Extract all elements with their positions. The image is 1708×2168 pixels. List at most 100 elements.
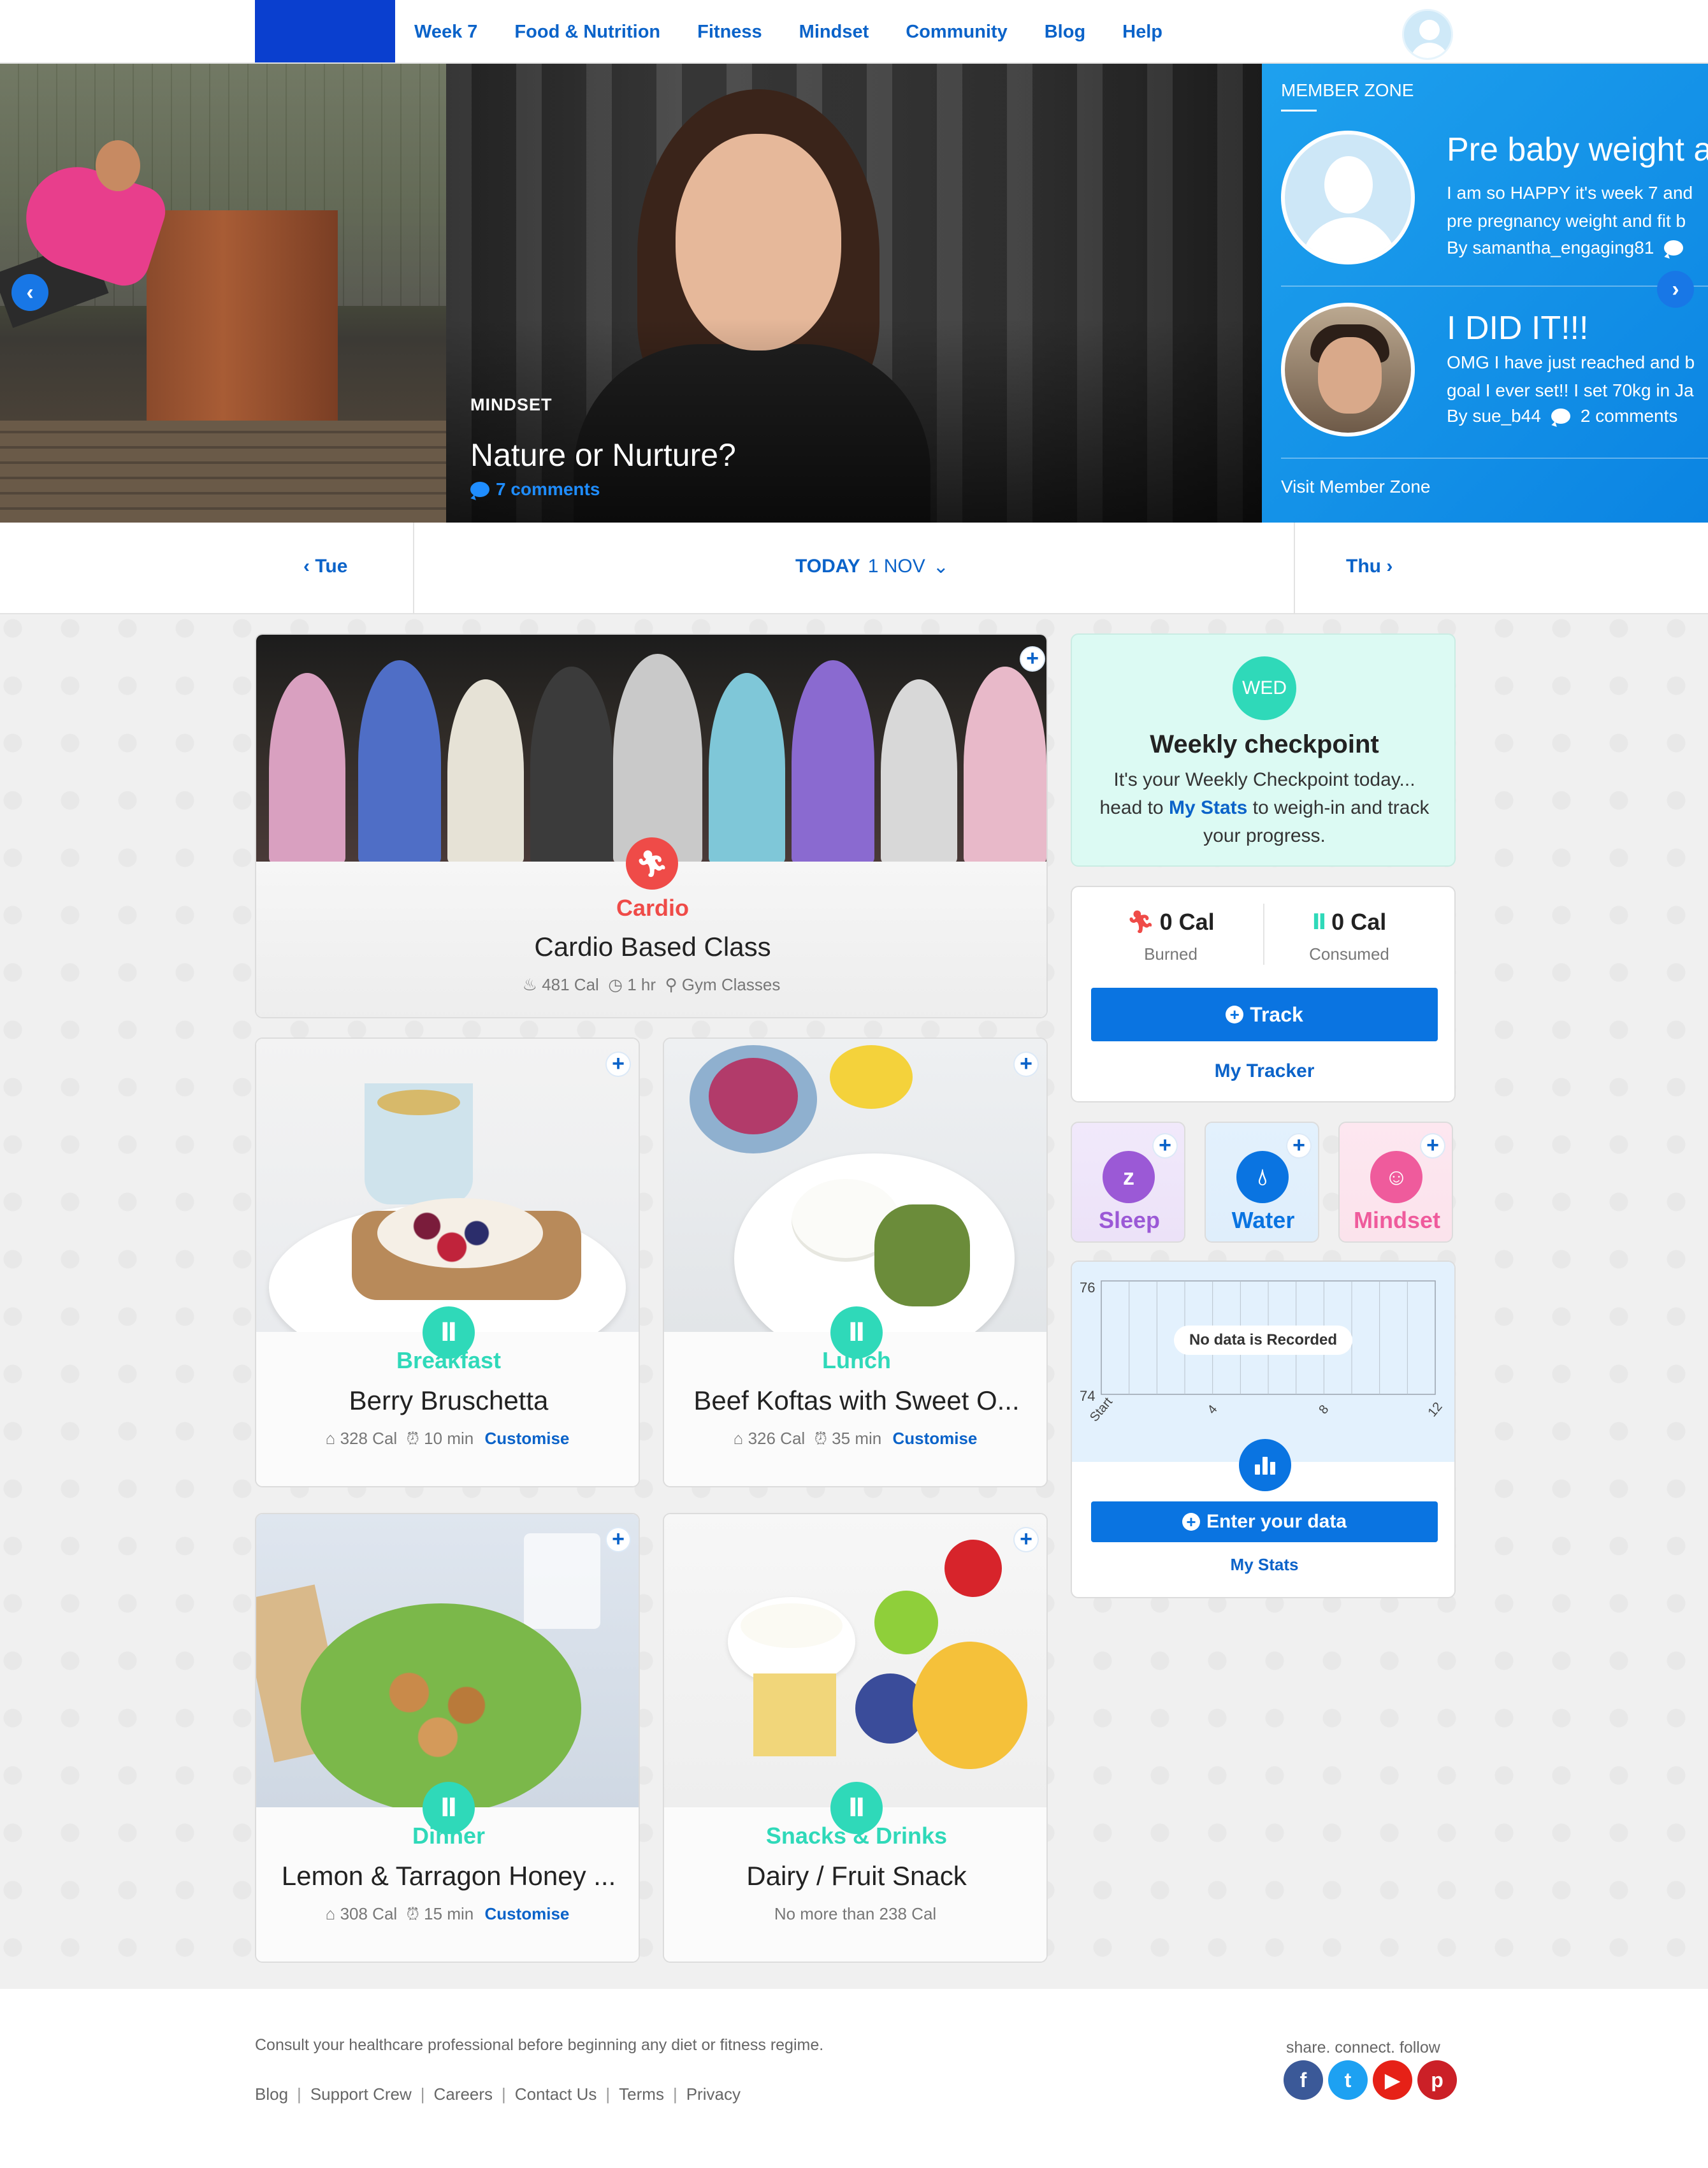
sleep-icon: z <box>1103 1151 1155 1203</box>
mindset-tracker-tile[interactable]: + ☺ Mindset <box>1338 1122 1453 1243</box>
logo[interactable] <box>255 0 395 62</box>
meal-time: 35 min <box>832 1429 882 1448</box>
hero-feature-slide[interactable]: MINDSET Nature or Nurture? 7 comments <box>446 64 1262 523</box>
workout-card[interactable]: + 🏃︎ Cardio Cardio Based Class ♨ 481 Cal… <box>255 633 1048 1018</box>
my-tracker-link[interactable]: My Tracker <box>1072 1060 1454 1082</box>
hero-comments-label: 7 comments <box>496 479 600 499</box>
footer-link-careers[interactable]: Careers <box>434 2085 493 2104</box>
running-icon: 🏃︎ <box>1127 910 1155 934</box>
date-navigator: ‹ Tue TODAY 1 NOV ⌄ Thu › <box>0 523 1708 614</box>
separator: | <box>297 2085 301 2104</box>
scale-icon: ⌂ <box>325 1904 336 1923</box>
today-label: TODAY <box>795 556 860 577</box>
customise-link[interactable]: Customise <box>484 1904 569 1923</box>
alarm-icon: ⏰︎ <box>809 1429 827 1448</box>
meal-note: No more than 238 Cal <box>774 1904 937 1923</box>
meal-calories: 326 Cal <box>748 1429 806 1448</box>
facebook-icon[interactable]: f <box>1284 2060 1323 2100</box>
add-icon[interactable]: + <box>1421 1134 1444 1157</box>
workout-title[interactable]: Cardio Based Class <box>256 932 1046 962</box>
meal-card-breakfast[interactable]: + Ⅱ Breakfast Berry Bruschetta ⌂ 328 Cal… <box>255 1037 640 1487</box>
enter-data-button[interactable]: + Enter your data <box>1091 1501 1438 1542</box>
add-icon[interactable]: + <box>1287 1134 1310 1157</box>
meal-title[interactable]: Lemon & Tarragon Honey ... <box>256 1861 639 1891</box>
meal-card-dinner[interactable]: + Ⅱ Dinner Lemon & Tarragon Honey ... ⌂ … <box>255 1513 640 1963</box>
nav-week[interactable]: Week 7 <box>414 22 477 43</box>
post-author[interactable]: By sue_b44 <box>1447 406 1541 426</box>
carousel-next-button[interactable]: › <box>1657 271 1694 308</box>
nav-community[interactable]: Community <box>906 22 1008 43</box>
sleep-label: Sleep <box>1098 1207 1161 1233</box>
post-title[interactable]: Pre baby weight a <box>1447 131 1708 169</box>
bar-chart-icon[interactable] <box>1239 1439 1291 1491</box>
top-nav: Week 7 Food & Nutrition Fitness Mindset … <box>0 0 1708 64</box>
post-excerpt-line: pre pregnancy weight and fit b <box>1447 211 1686 231</box>
separator: | <box>672 2085 677 2104</box>
x-tick-label: 12 <box>1425 1399 1445 1419</box>
prev-day-button[interactable]: ‹ Tue <box>0 523 414 614</box>
meal-image <box>256 1514 639 1807</box>
my-stats-link[interactable]: My Stats <box>1169 797 1247 818</box>
location-pin-icon: ⚲ <box>660 975 677 994</box>
post-author[interactable]: By samantha_engaging81 <box>1447 238 1654 258</box>
hero-prev-slide-image[interactable] <box>0 64 446 523</box>
meal-type: Breakfast <box>396 1347 502 1373</box>
pinterest-icon[interactable]: p <box>1417 2060 1457 2100</box>
post-title[interactable]: I DID IT!!! <box>1447 309 1588 347</box>
meal-title[interactable]: Beef Koftas with Sweet O... <box>664 1385 1046 1416</box>
member-photo-avatar <box>1281 303 1415 437</box>
customise-link[interactable]: Customise <box>892 1429 977 1448</box>
calories-burned: 🏃︎ 0 Cal Burned <box>1085 909 1257 964</box>
nav-blog[interactable]: Blog <box>1045 22 1085 43</box>
hero-comments-link[interactable]: 7 comments <box>470 479 600 500</box>
add-icon[interactable]: + <box>607 1528 630 1551</box>
alarm-icon: ⏰︎ <box>402 1904 419 1923</box>
nav-mindset[interactable]: Mindset <box>799 22 869 43</box>
date-picker-toggle[interactable]: TODAY 1 NOV ⌄ <box>795 556 949 578</box>
comment-icon <box>470 482 489 497</box>
meal-title[interactable]: Dairy / Fruit Snack <box>664 1861 1046 1891</box>
add-icon[interactable]: + <box>607 1053 630 1076</box>
carousel-prev-button[interactable]: ‹ <box>11 274 48 311</box>
add-icon[interactable]: + <box>1021 647 1044 670</box>
track-button[interactable]: + Track <box>1091 988 1438 1041</box>
footer-link-contact[interactable]: Contact Us <box>515 2085 597 2104</box>
checkpoint-text: It's your Weekly Checkpoint today... hea… <box>1097 766 1431 850</box>
meal-title[interactable]: Berry Bruschetta <box>256 1385 639 1416</box>
nav-food-nutrition[interactable]: Food & Nutrition <box>514 22 660 43</box>
mindset-head-icon: ☺ <box>1370 1151 1422 1203</box>
footer-link-support-crew[interactable]: Support Crew <box>310 2085 412 2104</box>
meal-image <box>256 1039 639 1332</box>
add-icon[interactable]: + <box>1154 1134 1176 1157</box>
consumed-value: 0 Cal <box>1331 909 1387 935</box>
nav-fitness[interactable]: Fitness <box>697 22 762 43</box>
footer-link-blog[interactable]: Blog <box>255 2085 288 2104</box>
meal-calories: 328 Cal <box>340 1429 398 1448</box>
post-comments[interactable]: 2 comments <box>1581 406 1678 426</box>
next-day-button[interactable]: Thu › <box>1294 523 1708 614</box>
twitter-icon[interactable]: t <box>1328 2060 1368 2100</box>
burned-value: 0 Cal <box>1159 909 1215 935</box>
footer-link-terms[interactable]: Terms <box>619 2085 664 2104</box>
customise-link[interactable]: Customise <box>484 1429 569 1448</box>
my-stats-link[interactable]: My Stats <box>1072 1555 1454 1575</box>
add-icon[interactable]: + <box>1015 1053 1038 1076</box>
meal-card-lunch[interactable]: + Ⅱ Lunch Beef Koftas with Sweet O... ⌂ … <box>663 1037 1048 1487</box>
chevron-left-icon: ‹ <box>303 556 315 577</box>
separator: | <box>502 2085 506 2104</box>
post-excerpt: I am so HAPPY it's week 7 and pre pregna… <box>1447 179 1708 235</box>
water-tracker-tile[interactable]: + 💧︎ Water <box>1205 1122 1319 1243</box>
y-tick-label: 76 <box>1080 1280 1095 1296</box>
visit-member-zone-link[interactable]: Visit Member Zone <box>1281 477 1430 497</box>
user-avatar[interactable] <box>1402 9 1453 60</box>
meal-card-snack[interactable]: + Ⅱ Snacks & Drinks Dairy / Fruit Snack … <box>663 1513 1048 1963</box>
post-excerpt-line: I am so HAPPY it's week 7 and <box>1447 183 1693 203</box>
sleep-tracker-tile[interactable]: + z Sleep <box>1071 1122 1185 1243</box>
footer-link-privacy[interactable]: Privacy <box>686 2085 741 2104</box>
hero-title[interactable]: Nature or Nurture? <box>470 437 736 473</box>
meal-image <box>664 1039 1046 1332</box>
nav-help[interactable]: Help <box>1122 22 1162 43</box>
add-icon[interactable]: + <box>1015 1528 1038 1551</box>
meal-type: Lunch <box>822 1347 891 1373</box>
youtube-icon[interactable]: ▶ <box>1373 2060 1412 2100</box>
